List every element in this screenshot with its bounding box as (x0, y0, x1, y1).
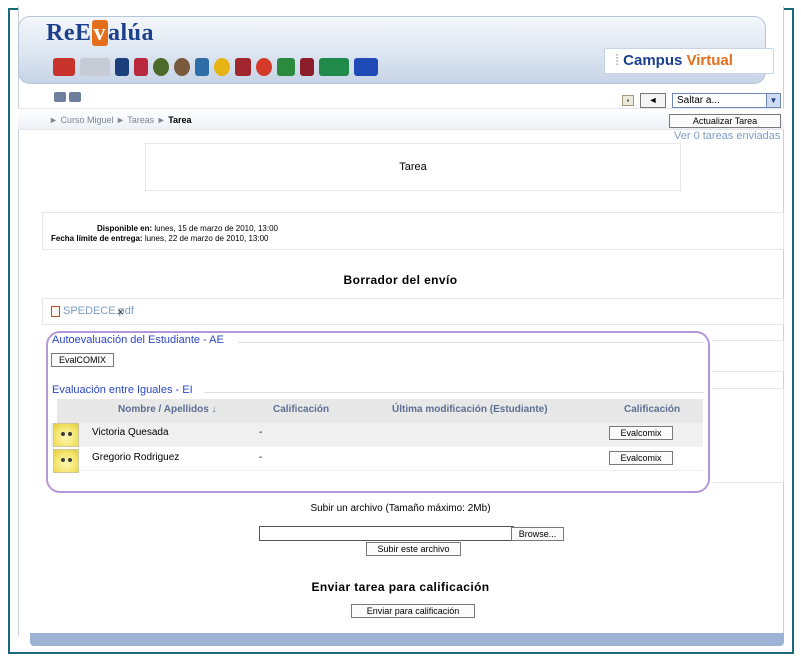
university-crest-icon (256, 58, 272, 76)
ull-logo (80, 58, 110, 76)
peer-eval-legend: Evaluación entre Iguales - EI (52, 384, 193, 396)
column-header-name[interactable]: Nombre / Apellidos ↓ (118, 404, 217, 415)
university-crest-icon (277, 58, 295, 76)
submit-heading: Enviar tarea para calificación (311, 580, 490, 594)
available-date: Disponible en: lunes, 15 de marzo de 201… (97, 224, 278, 233)
pdf-icon (51, 306, 60, 317)
footer-bar (30, 633, 784, 646)
university-crest-icon (153, 58, 169, 76)
column-header-grade: Calificación (273, 404, 330, 415)
university-crest-icon (174, 58, 190, 76)
due-label: Fecha límite de entrega: (51, 234, 143, 243)
breadcrumb-separator: ► (49, 115, 58, 125)
upload-label: Subir un archivo (Tamaño máximo: 2Mb) (310, 503, 491, 514)
course-icon[interactable] (69, 92, 81, 102)
breadcrumb-current: Tarea (168, 115, 192, 125)
draft-heading: Borrador del envío (343, 273, 458, 287)
available-value: lunes, 15 de marzo de 2010, 13:00 (154, 224, 279, 233)
junta-andalucia-logo (319, 58, 349, 76)
university-crest-icon (134, 58, 148, 76)
virtual-label: Virtual (686, 52, 733, 69)
logo-mark: v (91, 20, 108, 46)
university-crest-icon (300, 58, 314, 76)
breadcrumb-item-course[interactable]: Curso Miguel (60, 115, 113, 125)
jump-to-select[interactable]: Saltar a... ▼ (672, 93, 781, 108)
fieldset-line (204, 392, 704, 393)
evalcomix-grade-button[interactable]: Evalcomix (609, 451, 673, 465)
due-date: Fecha límite de entrega: lunes, 22 de ma… (51, 234, 268, 243)
evalcomix-grade-button[interactable]: Evalcomix (609, 426, 673, 440)
available-label: Disponible en: (97, 224, 153, 233)
logo-text: alúa (108, 20, 155, 46)
jump-select-value: Saltar a... (677, 95, 720, 106)
view-submissions-link[interactable]: Ver 0 tareas enviadas (674, 130, 780, 142)
chevron-down-icon[interactable]: ▼ (766, 94, 780, 107)
nav-icons (54, 92, 81, 102)
send-for-grading-button[interactable]: Enviar para calificación (351, 604, 475, 618)
divider-icon: ⁞ (615, 52, 620, 69)
breadcrumb-separator: ► (115, 115, 125, 125)
student-grade: - (259, 452, 263, 463)
breadcrumb-separator: ► (156, 115, 166, 125)
reevalua-logo[interactable]: ReEvalúa (46, 20, 154, 47)
uca-logo (53, 58, 75, 76)
prev-activity-button[interactable]: ◄ (640, 93, 666, 108)
university-crest-icon (235, 58, 251, 76)
sponsor-logos (53, 56, 378, 78)
assignment-description: Tarea (145, 143, 681, 191)
dates-box: Disponible en: lunes, 15 de marzo de 201… (42, 212, 784, 250)
due-value: lunes, 22 de marzo de 2010, 13:00 (144, 234, 269, 243)
campus-label: Campus (623, 52, 683, 69)
student-name: Gregorio Rodriguez (92, 452, 180, 463)
file-input[interactable] (259, 526, 514, 541)
student-name: Victoria Quesada (92, 427, 169, 438)
breadcrumb-item-tareas[interactable]: Tareas (127, 115, 154, 125)
uned-logo (115, 58, 129, 76)
delete-file-icon[interactable]: × (117, 305, 124, 319)
calendar-icon[interactable]: ▪ (622, 95, 634, 106)
student-grade: - (259, 427, 263, 438)
browse-button[interactable]: Browse... (511, 527, 564, 541)
avatar[interactable] (53, 449, 79, 473)
column-header-grade-action: Calificación (624, 404, 681, 415)
jump-menu: ▪ ◄ Saltar a... ▼ (622, 93, 781, 108)
avatar[interactable] (53, 423, 79, 447)
side-panel (712, 340, 784, 372)
university-crest-icon (195, 58, 209, 76)
draft-file-box (42, 298, 784, 325)
column-header-modified: Última modificación (Estudiante) (392, 404, 548, 415)
self-eval-legend: Autoevaluación del Estudiante - AE (52, 334, 224, 346)
update-assignment-button[interactable]: Actualizar Tarea (669, 114, 781, 128)
evalcomix-button[interactable]: EvalCOMIX (51, 353, 114, 367)
eu-flag-icon (354, 58, 378, 76)
course-icon[interactable] (54, 92, 66, 102)
logo-text: ReE (46, 20, 92, 46)
breadcrumb: ► Curso Miguel ► Tareas ► Tarea (49, 115, 192, 125)
university-crest-icon (214, 58, 230, 76)
campus-virtual-link[interactable]: ⁞ Campus Virtual (604, 48, 774, 74)
upload-file-button[interactable]: Subir este archivo (366, 542, 461, 556)
fieldset-line (238, 342, 704, 343)
side-panel (712, 388, 784, 483)
